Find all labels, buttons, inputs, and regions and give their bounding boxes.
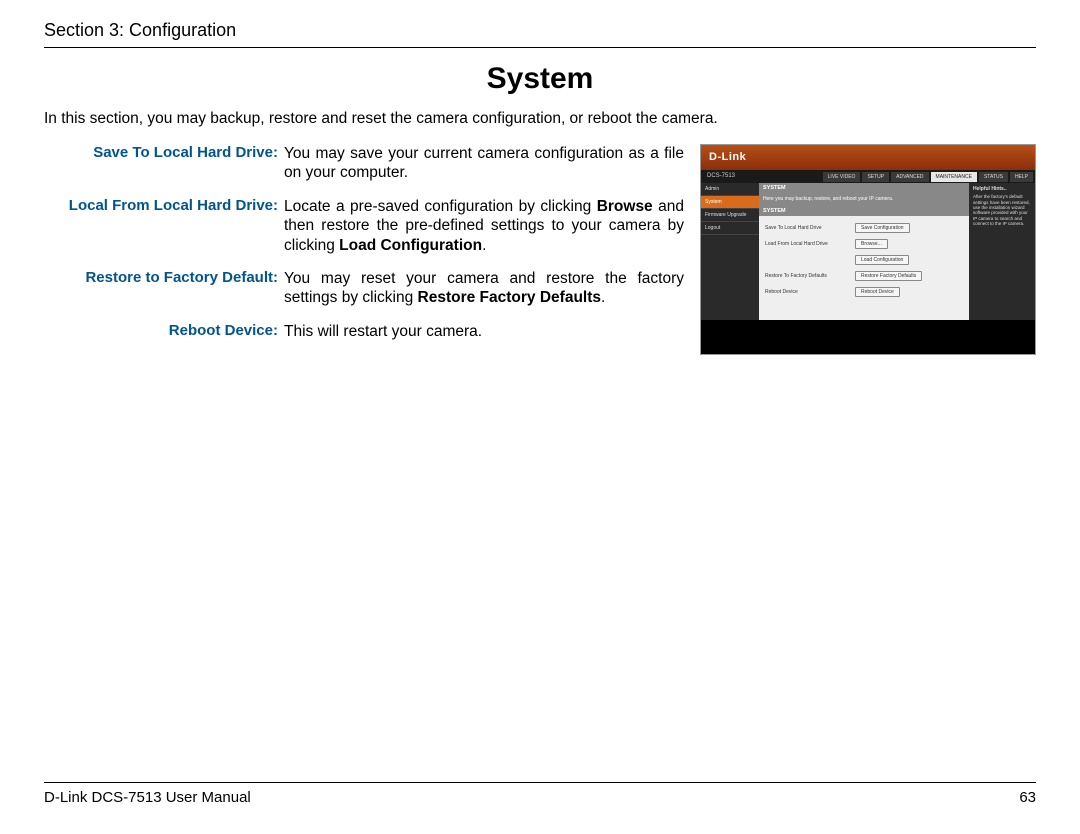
tab-setup[interactable]: SETUP	[862, 172, 889, 182]
screenshot-sidebar: Admin System Firmware Upgrade Logout	[701, 183, 759, 320]
panel-desc: Here you may backup, restore, and reboot…	[759, 194, 969, 206]
def-item: Local From Local Hard Drive: Locate a pr…	[44, 197, 684, 255]
screenshot-body: Admin System Firmware Upgrade Logout SYS…	[701, 183, 1035, 320]
def-desc-load: Locate a pre-saved configuration by clic…	[284, 197, 684, 255]
footer-page-number: 63	[1019, 789, 1036, 806]
footer-manual-name: D-Link DCS-7513 User Manual	[44, 789, 251, 806]
page-title: System	[44, 62, 1036, 96]
panel-rows: Save To Local Hard Drive Save Configurat…	[759, 216, 969, 320]
row-restore: Restore To Factory Defaults Restore Fact…	[759, 268, 969, 284]
intro-text: In this section, you may backup, restore…	[44, 110, 1036, 128]
screenshot-hints: Helpful Hints.. After the factory's defa…	[969, 183, 1035, 320]
def-label-restore: Restore to Factory Default:	[44, 269, 284, 308]
row-load-config: Load Configuration	[759, 252, 969, 268]
screenshot-model: DCS-7513	[703, 173, 739, 180]
sidebar-item-firmware[interactable]: Firmware Upgrade	[701, 209, 759, 222]
screenshot-nav-tabs: LIVE VIDEO SETUP ADVANCED MAINTENANCE ST…	[823, 172, 1033, 182]
header-divider	[44, 47, 1036, 48]
reboot-device-button[interactable]: Reboot Device	[855, 287, 900, 297]
panel-section: SYSTEM	[759, 206, 969, 217]
def-label-save: Save To Local Hard Drive:	[44, 144, 284, 183]
embedded-screenshot: D-Link DCS-7513 LIVE VIDEO SETUP ADVANCE…	[700, 144, 1036, 355]
def-item: Restore to Factory Default: You may rese…	[44, 269, 684, 308]
row-save: Save To Local Hard Drive Save Configurat…	[759, 220, 969, 236]
row-label: Restore To Factory Defaults	[765, 273, 855, 279]
tab-status[interactable]: STATUS	[979, 172, 1008, 182]
screenshot-main-panel: SYSTEM Here you may backup, restore, and…	[759, 183, 969, 320]
save-configuration-button[interactable]: Save Configuration	[855, 223, 910, 233]
restore-factory-defaults-button[interactable]: Restore Factory Defaults	[855, 271, 922, 281]
browse-button[interactable]: Browse...	[855, 239, 888, 249]
row-reboot: Reboot Device Reboot Device	[759, 284, 969, 300]
hints-title: Helpful Hints..	[973, 186, 1031, 192]
hints-body: After the factory's default settings hav…	[973, 194, 1031, 226]
def-desc-restore: You may reset your camera and restore th…	[284, 269, 684, 308]
def-item: Save To Local Hard Drive: You may save y…	[44, 144, 684, 183]
screenshot-topbar: DCS-7513 LIVE VIDEO SETUP ADVANCED MAINT…	[701, 170, 1035, 183]
def-label-load: Local From Local Hard Drive:	[44, 197, 284, 255]
tab-help[interactable]: HELP	[1010, 172, 1033, 182]
load-configuration-button[interactable]: Load Configuration	[855, 255, 909, 265]
tab-maintenance[interactable]: MAINTENANCE	[931, 172, 977, 182]
screenshot-brand: D-Link	[701, 145, 1035, 170]
footer-divider	[44, 782, 1036, 783]
row-label: Save To Local Hard Drive	[765, 225, 855, 231]
def-desc-save: You may save your current camera configu…	[284, 144, 684, 183]
sidebar-item-system[interactable]: System	[701, 196, 759, 209]
def-desc-reboot: This will restart your camera.	[284, 322, 684, 341]
sidebar-item-logout[interactable]: Logout	[701, 222, 759, 235]
row-label: Reboot Device	[765, 289, 855, 295]
def-item: Reboot Device: This will restart your ca…	[44, 322, 684, 341]
row-label: Load From Local Hard Drive	[765, 241, 855, 247]
sidebar-item-admin[interactable]: Admin	[701, 183, 759, 196]
panel-title: SYSTEM	[759, 183, 969, 194]
tab-advanced[interactable]: ADVANCED	[891, 172, 928, 182]
content-row: Save To Local Hard Drive: You may save y…	[44, 144, 1036, 355]
def-label-reboot: Reboot Device:	[44, 322, 284, 341]
row-load: Load From Local Hard Drive Browse...	[759, 236, 969, 252]
tab-live-video[interactable]: LIVE VIDEO	[823, 172, 861, 182]
definition-list: Save To Local Hard Drive: You may save y…	[44, 144, 684, 355]
section-header: Section 3: Configuration	[44, 20, 1036, 41]
page-footer: D-Link DCS-7513 User Manual 63	[44, 782, 1036, 806]
